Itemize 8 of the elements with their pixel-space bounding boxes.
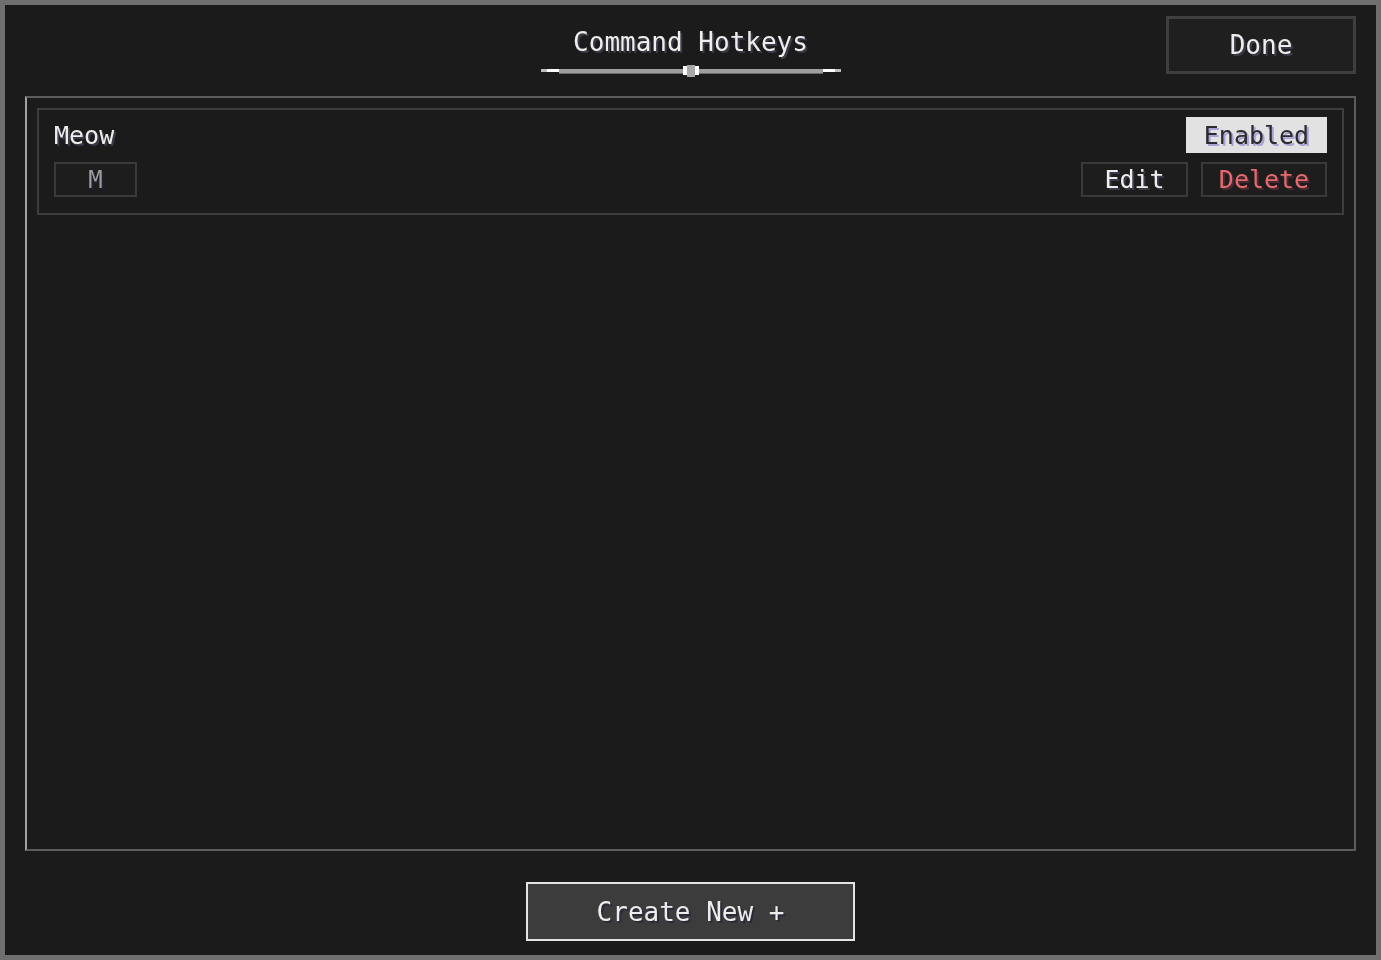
enabled-toggle[interactable]: Enabled xyxy=(1186,117,1327,153)
edit-button[interactable]: Edit xyxy=(1081,162,1188,197)
done-button[interactable]: Done xyxy=(1166,16,1356,74)
dialog-title: Command Hotkeys xyxy=(573,27,808,57)
create-new-button[interactable]: Create New + xyxy=(526,882,855,941)
hotkey-name: Meow xyxy=(54,122,115,148)
delete-button[interactable]: Delete xyxy=(1201,162,1327,197)
keybind-button[interactable]: M xyxy=(54,162,137,197)
